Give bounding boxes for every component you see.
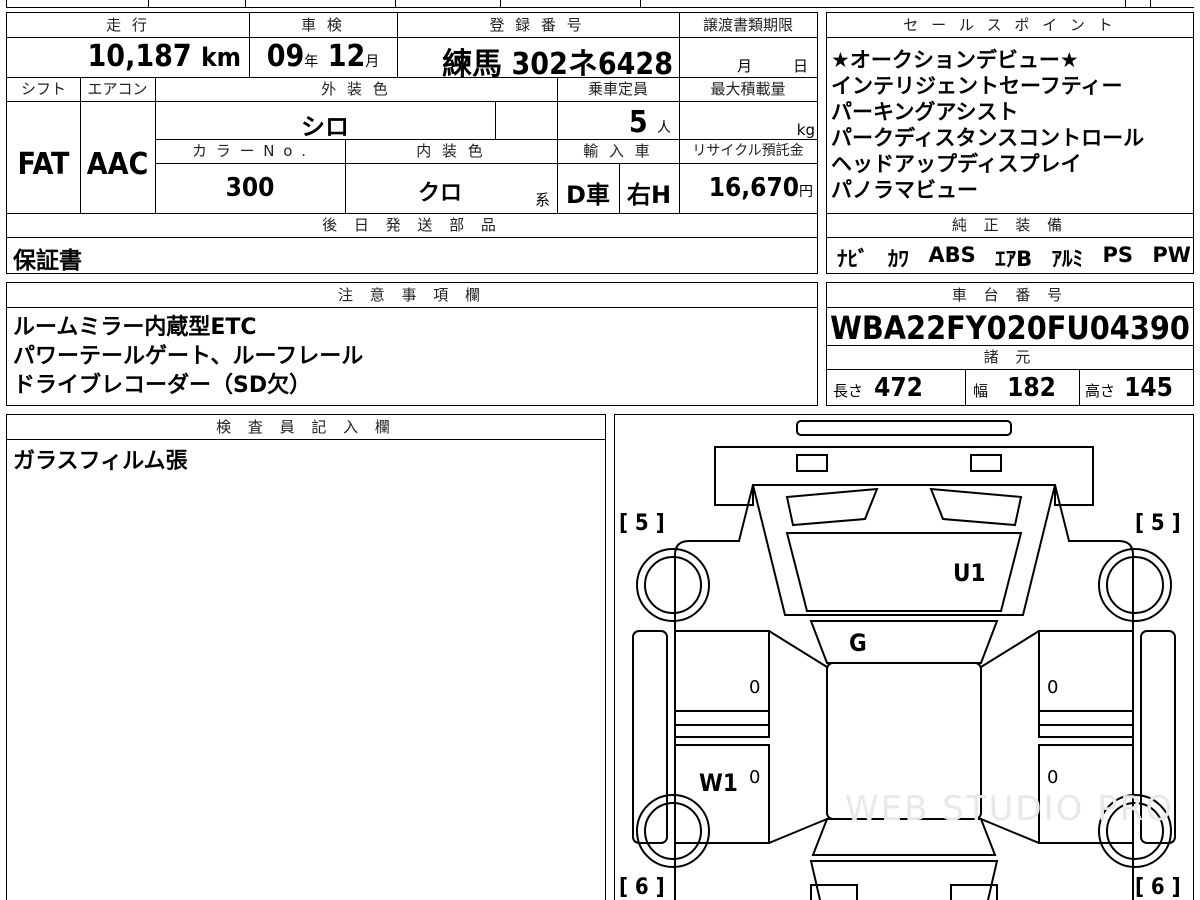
- sales-points-list: ★オークションデビュー★ インテリジェントセーフティー パーキングアシスト パー…: [831, 47, 1191, 203]
- deadline-day: 日: [793, 57, 809, 75]
- mileage-label: 走 行: [106, 16, 150, 34]
- later-parts-label: 後 日 発 送 部 品: [322, 216, 502, 234]
- notes-box: 注 意 事 項 欄 ルームミラー内蔵型ETC パワーテールゲート、ルーフレール …: [6, 282, 818, 406]
- door-mark: 0: [749, 767, 761, 788]
- specs-label: 諸 元: [983, 348, 1037, 366]
- mileage-value: 10,187 km: [87, 39, 241, 74]
- equipment-label: 純 正 装 備: [951, 216, 1069, 234]
- capacity-label: 乗車定員: [587, 80, 648, 98]
- max-load-label: 最大積載量: [710, 80, 786, 98]
- interior-color-label: 内 装 色: [416, 142, 486, 160]
- door-mark: 0: [1047, 677, 1059, 698]
- car-damage-diagram: [ 5 ] [ 5 ] [ 6 ] [ 6 ] U1 G W1 0 0 0 0 …: [614, 414, 1194, 900]
- import-label: 輸 入 車: [583, 142, 653, 160]
- color-no-value: 300: [225, 173, 275, 203]
- sales-points-label: セ ー ル ス ポ イ ン ト: [903, 16, 1117, 34]
- spec-width: 幅 182: [973, 373, 1056, 403]
- sales-point-item: ヘッドアップディスプレイ: [831, 152, 1082, 176]
- equipment-item: ｴｱB: [995, 247, 1033, 271]
- shift-label: シフト: [20, 80, 66, 98]
- vehicle-info-table: 走 行 車 検 登 録 番 号 譲渡書類期限 10,187 km 09年 12月…: [6, 12, 818, 274]
- recycle-fee-label: リサイクル預託金: [692, 143, 804, 159]
- sales-point-item: パークディスタンスコントロール: [831, 126, 1145, 150]
- tire-rear-right: [ 6 ]: [1135, 875, 1181, 900]
- vin-label: 車 台 番 号: [951, 286, 1069, 304]
- color-no-label: カ ラ ー N o .: [191, 142, 308, 160]
- sales-points-box: セ ー ル ス ポ イ ン ト ★オークションデビュー★ インテリジェントセーフ…: [826, 12, 1194, 274]
- watermark: WEB STUDIO PRO: [845, 789, 1175, 829]
- aircon-value: AAC: [86, 147, 149, 182]
- inspector-label: 検 査 員 記 入 欄: [216, 418, 396, 436]
- equipment-item: ﾅﾋﾞ: [837, 247, 869, 271]
- import-dealer: D車: [566, 181, 610, 209]
- exterior-color-label: 外 装 色: [321, 80, 391, 98]
- deadline-month: 月: [737, 57, 753, 75]
- sales-point-item: パーキングアシスト: [831, 100, 1019, 124]
- vin-value: WBA22FY020FU04390: [830, 309, 1190, 347]
- damage-mark-glass: G: [849, 629, 867, 657]
- tire-front-right: [ 5 ]: [1135, 511, 1181, 536]
- recycle-fee-value: 16,670円: [708, 173, 813, 203]
- damage-mark-roof: U1: [953, 559, 986, 587]
- tire-rear-left: [ 6 ]: [619, 875, 665, 900]
- sales-point-item: ★オークションデビュー★: [831, 48, 1079, 72]
- notes-label: 注 意 事 項 欄: [337, 286, 487, 304]
- damage-mark-side: W1: [699, 769, 738, 797]
- sales-point-item: パノラマビュー: [831, 178, 978, 202]
- vin-specs-box: 車 台 番 号 WBA22FY020FU04390 諸 元 長さ 472 幅 1…: [826, 282, 1194, 406]
- transfer-deadline-label: 譲渡書類期限: [702, 16, 793, 34]
- notes-list: ルームミラー内蔵型ETC パワーテールゲート、ルーフレール ドライブレコーダー（…: [13, 313, 363, 400]
- equipment-list: ﾅﾋﾞ ｶﾜ ABS ｴｱB ｱﾙﾐ PS PW: [837, 243, 1191, 273]
- door-mark: 0: [1047, 767, 1059, 788]
- equipment-item: PS: [1102, 243, 1133, 267]
- exterior-color-value: シロ: [301, 113, 349, 141]
- note-item: ドライブレコーダー（SD欠）: [13, 373, 312, 398]
- equipment-item: PW: [1152, 243, 1191, 267]
- equipment-item: ABS: [928, 243, 976, 267]
- inspection-label: 車 検: [301, 16, 345, 34]
- import-handle: 右H: [626, 181, 672, 209]
- top-strip: [0, 0, 1200, 8]
- equipment-item: ｱﾙﾐ: [1051, 247, 1084, 271]
- max-load-unit: kg: [796, 121, 815, 139]
- inspector-notes-value: ガラスフィルム張: [13, 449, 188, 474]
- capacity-value: 5 人: [628, 105, 671, 140]
- door-mark: 0: [749, 677, 761, 698]
- interior-color-suffix: 系: [535, 191, 551, 209]
- inspection-date: 09年 12月: [266, 39, 380, 74]
- aircon-label: エアコン: [87, 80, 148, 98]
- later-parts-value: 保証書: [13, 248, 82, 274]
- interior-color-value: クロ: [417, 181, 462, 206]
- spec-height: 高さ 145: [1085, 373, 1173, 403]
- note-item: パワーテールゲート、ルーフレール: [13, 344, 364, 369]
- plate-label: 登 録 番 号: [489, 16, 585, 34]
- tire-front-left: [ 5 ]: [619, 511, 665, 536]
- note-item: ルームミラー内蔵型ETC: [13, 315, 257, 340]
- shift-value: FAT: [17, 147, 70, 182]
- sales-point-item: インテリジェントセーフティー: [831, 74, 1123, 98]
- equipment-item: ｶﾜ: [887, 247, 909, 271]
- spec-length: 長さ 472: [833, 373, 923, 403]
- inspector-notes-box: 検 査 員 記 入 欄 ガラスフィルム張: [6, 414, 606, 900]
